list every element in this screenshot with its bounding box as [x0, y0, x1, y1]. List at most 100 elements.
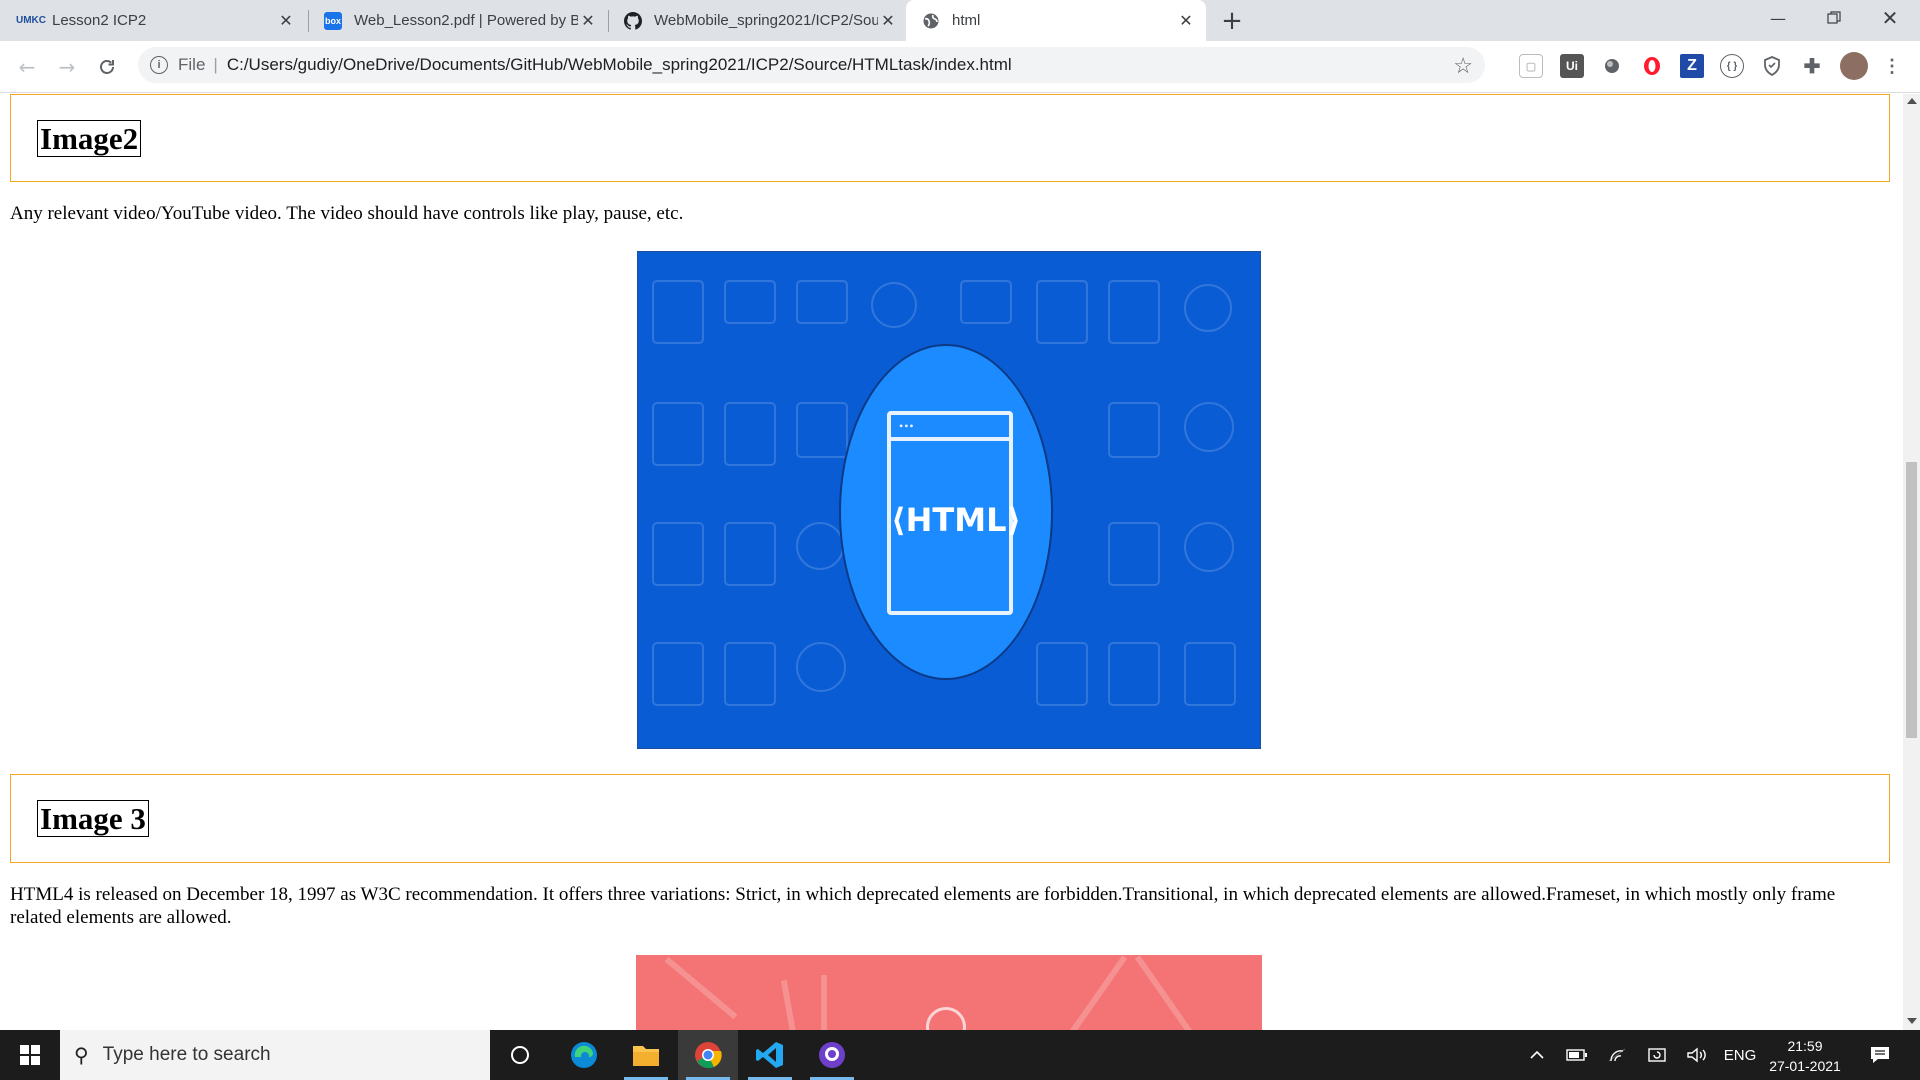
html-logo-text: ⟨HTML⟩	[891, 501, 1022, 539]
scheme-label: File	[178, 55, 206, 74]
circle-extension-icon[interactable]	[1600, 54, 1624, 78]
close-tab-icon[interactable]: ✕	[1176, 11, 1196, 31]
background-icon	[1184, 402, 1234, 452]
background-icon	[1184, 284, 1232, 332]
site-info-icon[interactable]: i	[150, 56, 168, 74]
background-icon	[652, 402, 704, 466]
background-icon	[652, 522, 704, 586]
background-icon	[1108, 522, 1160, 586]
bookmark-star-icon[interactable]: ☆	[1453, 53, 1473, 79]
pocket-icon[interactable]: ▢	[1519, 54, 1543, 78]
address-divider: |	[213, 55, 218, 74]
cortana-icon[interactable]	[490, 1030, 550, 1080]
tab-lesson2[interactable]: UMKC Lesson2 ICP2 ✕	[6, 0, 306, 41]
scroll-down-arrow[interactable]	[1907, 1018, 1917, 1024]
tab-github[interactable]: WebMobile_spring2021/ICP2/Sou ✕	[608, 0, 908, 41]
background-icon	[1184, 522, 1234, 572]
browser-window-titlebar: •••	[891, 415, 1009, 441]
background-icon	[724, 642, 776, 706]
background-icon	[1108, 642, 1160, 706]
url-text[interactable]: C:/Users/gudiy/OneDrive/Documents/GitHub…	[227, 55, 1012, 75]
volume-icon[interactable]	[1682, 1030, 1712, 1080]
github-icon	[624, 11, 642, 30]
new-tab-button[interactable]: +	[1218, 6, 1246, 36]
wifi-icon[interactable]	[1602, 1030, 1632, 1080]
umkc-logo-icon: UMKC	[16, 15, 46, 26]
tab-strip: UMKC Lesson2 ICP2 ✕ box Web_Lesson2.pdf …	[0, 0, 1920, 41]
shield-icon[interactable]	[1760, 54, 1784, 78]
taskbar-search-box[interactable]: ⚲ Type here to search	[60, 1030, 490, 1080]
window-dots: •••	[899, 419, 915, 433]
network-sync-icon[interactable]	[1642, 1030, 1672, 1080]
close-window-button[interactable]: ✕	[1862, 0, 1918, 36]
image2-section-box: Image2	[10, 94, 1890, 182]
edge-icon[interactable]	[554, 1030, 614, 1080]
page-scrollbar[interactable]	[1903, 94, 1920, 1030]
clock-date: 27-01-2021	[1769, 1058, 1841, 1074]
decorative-shape	[821, 975, 827, 1030]
background-icon	[960, 280, 1012, 324]
close-tab-icon[interactable]: ✕	[578, 11, 598, 31]
notifications-icon[interactable]	[1860, 1030, 1900, 1080]
language-indicator[interactable]: ENG	[1720, 1030, 1760, 1080]
scroll-up-arrow[interactable]	[1907, 98, 1917, 104]
zotero-icon[interactable]: Z	[1680, 54, 1704, 78]
github-desktop-icon[interactable]	[802, 1030, 862, 1080]
browser-toolbar: ← → i File | C:/Users/gudiy/OneDrive/Doc…	[0, 41, 1920, 93]
decorative-shape	[780, 979, 798, 1030]
search-icon: ⚲	[74, 1044, 89, 1067]
opera-icon[interactable]	[1640, 54, 1664, 78]
back-button[interactable]: ←	[10, 50, 44, 84]
decorative-shape	[664, 956, 738, 1020]
json-viewer-icon[interactable]: { }	[1720, 54, 1744, 78]
background-icon	[724, 522, 776, 586]
clock-time: 21:59	[1787, 1038, 1823, 1054]
background-icon	[796, 522, 844, 570]
address-bar[interactable]: i File | C:/Users/gudiy/OneDrive/Documen…	[138, 47, 1485, 83]
decorative-shape	[1064, 955, 1128, 1030]
file-explorer-icon[interactable]	[616, 1030, 676, 1080]
image2-paragraph: Any relevant video/YouTube video. The vi…	[10, 203, 684, 224]
close-tab-icon[interactable]: ✕	[878, 11, 898, 31]
minimize-button[interactable]: —	[1750, 0, 1806, 36]
decorative-shape	[1134, 955, 1198, 1030]
background-icon	[796, 280, 848, 324]
background-icon	[652, 642, 704, 706]
pink-image	[636, 955, 1262, 1030]
image3-paragraph: HTML4 is released on December 18, 1997 a…	[10, 884, 1836, 928]
vscode-icon[interactable]	[740, 1030, 800, 1080]
background-icon	[724, 280, 776, 324]
background-icon	[1108, 280, 1160, 344]
html-circle: ••• ⟨HTML⟩	[839, 344, 1053, 680]
reload-button[interactable]	[90, 50, 124, 84]
scroll-thumb[interactable]	[1906, 462, 1917, 738]
box-logo-icon: box	[324, 11, 342, 30]
background-icon	[1108, 402, 1160, 458]
uipath-icon[interactable]: Ui	[1560, 54, 1584, 78]
tab-title: WebMobile_spring2021/ICP2/Sou	[654, 12, 878, 29]
close-tab-icon[interactable]: ✕	[276, 11, 296, 31]
tab-title: Web_Lesson2.pdf | Powered by B	[354, 12, 578, 29]
windows-logo-icon	[20, 1045, 40, 1065]
image3-heading: Image 3	[37, 800, 149, 837]
tab-html-active[interactable]: html ✕	[906, 0, 1206, 41]
puzzle-icon[interactable]: ✚	[1800, 54, 1824, 78]
background-icon	[796, 402, 848, 458]
start-button[interactable]	[0, 1030, 60, 1080]
background-icon	[724, 402, 776, 466]
decorative-circle	[926, 1007, 966, 1030]
tab-title: html	[952, 12, 981, 29]
windows-taskbar: ⚲ Type here to search ENG 21:59 27-01-20…	[0, 1030, 1920, 1080]
background-icon	[1036, 280, 1088, 344]
profile-avatar[interactable]	[1840, 52, 1868, 80]
background-icon	[871, 282, 917, 328]
restore-button[interactable]	[1806, 0, 1862, 36]
tab-web-lesson2-pdf[interactable]: box Web_Lesson2.pdf | Powered by B ✕	[308, 0, 608, 41]
forward-button[interactable]: →	[50, 50, 84, 84]
chrome-menu-icon[interactable]: ⋮	[1880, 54, 1904, 78]
battery-icon[interactable]	[1562, 1030, 1592, 1080]
show-hidden-icons-chevron[interactable]	[1522, 1030, 1552, 1080]
chrome-icon[interactable]	[678, 1030, 738, 1080]
image3-section-box: Image 3	[10, 774, 1890, 863]
system-clock[interactable]: 21:59 27-01-2021	[1760, 1036, 1850, 1076]
